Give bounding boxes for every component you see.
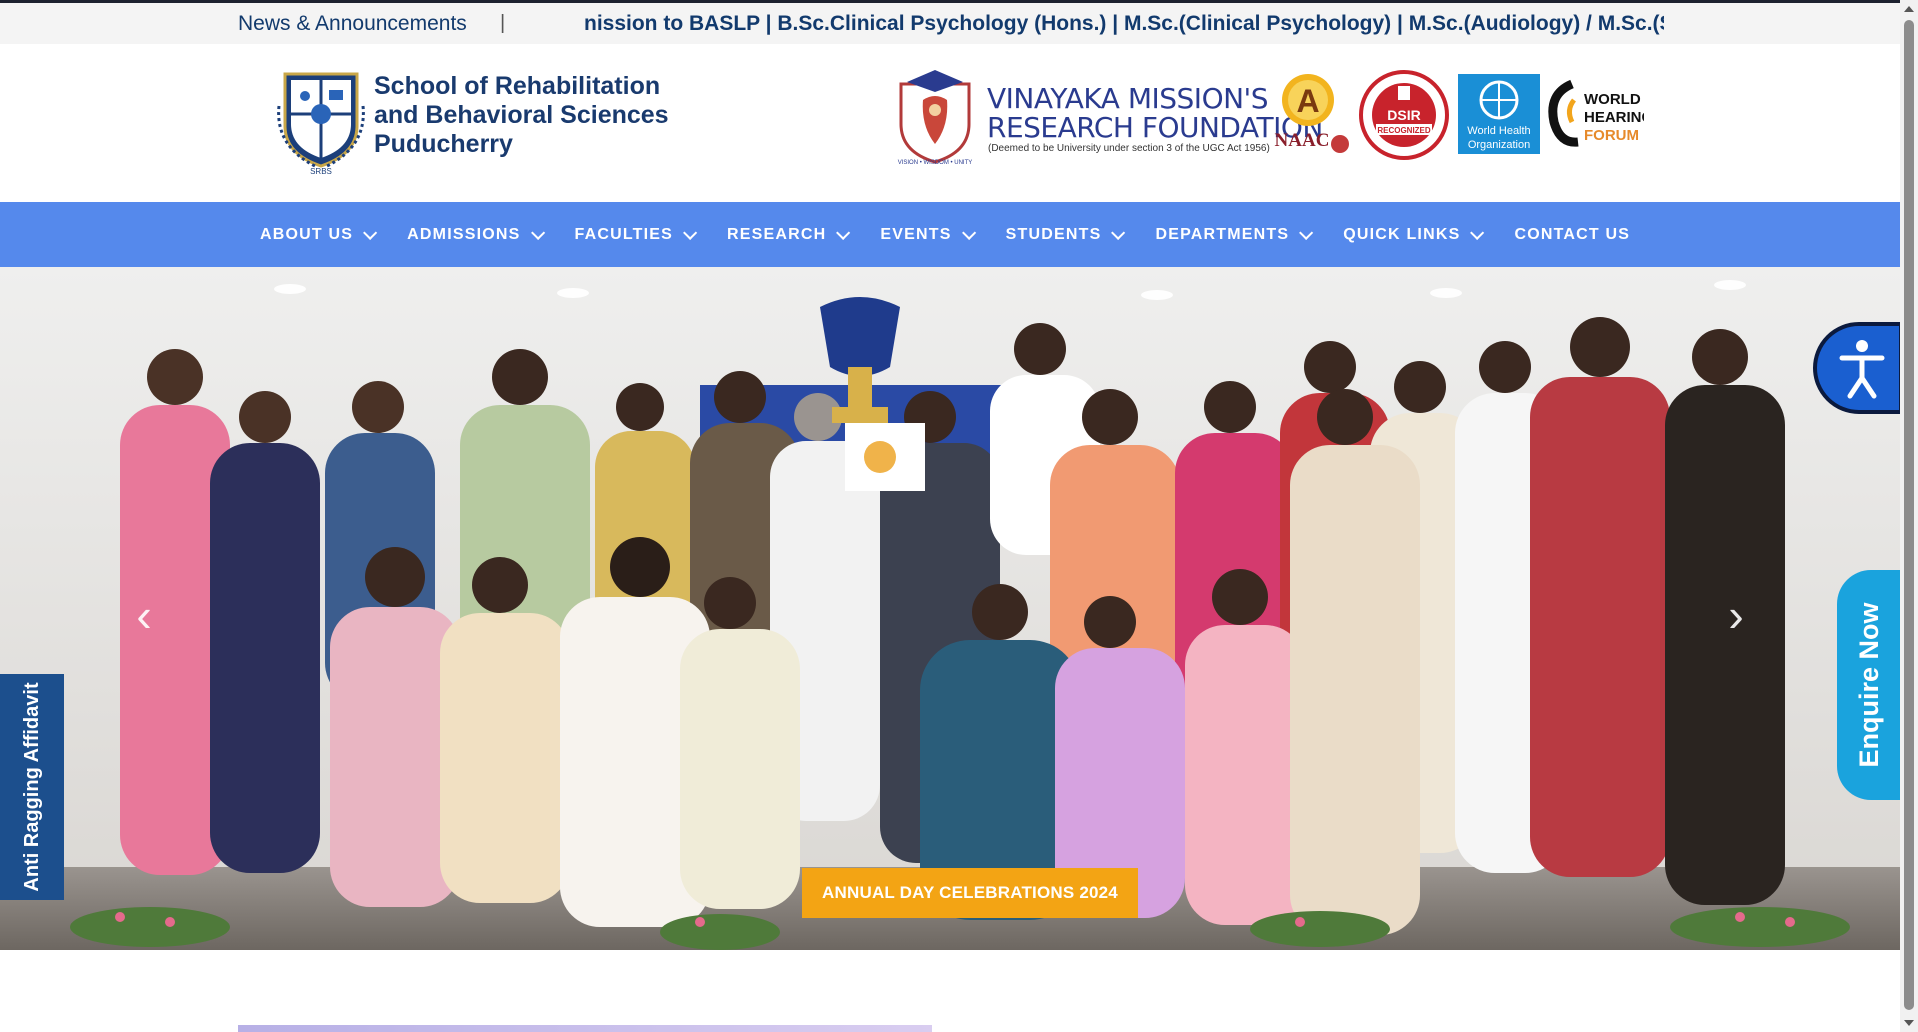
school-name-line-2: and Behavioral Sciences (374, 101, 669, 129)
ticker-title: News & Announcements (238, 12, 467, 35)
vmrf-logo[interactable]: VISION • WISDOM • UNITY (893, 66, 977, 166)
chevron-right-icon: › (1728, 589, 1744, 641)
nav-label: QUICK LINKS (1343, 225, 1461, 243)
nav-item-research[interactable]: RESEARCH (727, 202, 851, 267)
slider-prev-button[interactable]: ‹ (124, 589, 164, 641)
ticker-window: nission to BASLP | B.Sc.Clinical Psychol… (584, 3, 1664, 44)
chevron-down-icon (1299, 225, 1314, 240)
naac-label: NAAC (1275, 130, 1330, 151)
chevron-down-icon (683, 225, 698, 240)
naac-badge: A NAAC (1275, 74, 1349, 153)
nav-item-faculties[interactable]: FACULTIES (574, 202, 698, 267)
enquire-now-label: Enquire Now (1853, 602, 1884, 768)
school-name-line-1: School of Rehabilitation (374, 72, 661, 100)
site-header: SRBS School of Rehabilitation and Behavi… (0, 44, 1900, 202)
slide-caption[interactable]: ANNUAL DAY CELEBRATIONS 2024 (802, 868, 1138, 918)
hero-slider[interactable] (0, 267, 1900, 950)
content-banner (238, 1025, 932, 1032)
vmrf-motto: VISION • WISDOM • UNITY (898, 160, 973, 166)
nav-item-departments[interactable]: DEPARTMENTS (1155, 202, 1314, 267)
nav-label: ADMISSIONS (407, 225, 521, 243)
nav-item-admissions[interactable]: ADMISSIONS (407, 202, 545, 267)
nav-items: ABOUT US ADMISSIONS FACULTIES RESEARCH E… (260, 202, 1664, 267)
nav-item-students[interactable]: STUDENTS (1005, 202, 1126, 267)
anti-ragging-label: Anti Ragging Affidavit (20, 682, 43, 892)
who-label: Organization (1468, 139, 1530, 151)
chevron-down-icon (836, 225, 851, 240)
svg-text:World Health: World Health (1467, 125, 1530, 137)
nav-label: CONTACT US (1514, 225, 1631, 243)
nav-label: RESEARCH (727, 225, 827, 243)
ticker-separator: | (500, 12, 506, 34)
school-name-line-3: Puducherry (374, 130, 513, 158)
school-name[interactable]: School of Rehabilitation and Behavioral … (374, 72, 669, 159)
nav-label: FACULTIES (574, 225, 674, 243)
dsir-label: RECOGNIZED (1377, 126, 1431, 135)
main-nav: ABOUT US ADMISSIONS FACULTIES RESEARCH E… (0, 202, 1900, 267)
news-ticker: News & Announcements | nission to BASLP … (0, 0, 1900, 44)
slider-next-button[interactable]: › (1716, 589, 1756, 641)
whf-line-1: WORLD (1584, 91, 1641, 108)
chevron-left-icon: ‹ (136, 589, 152, 641)
nav-label: EVENTS (880, 225, 952, 243)
partner-subtitle: (Deemed to be University under section 3… (988, 143, 1270, 154)
nav-item-contact-us[interactable]: CONTACT US (1514, 202, 1630, 267)
nav-item-quick-links[interactable]: QUICK LINKS (1343, 202, 1485, 267)
srbs-logo-text: SRBS (310, 167, 332, 176)
ticker-text[interactable]: nission to BASLP | B.Sc.Clinical Psychol… (584, 12, 1664, 36)
srbs-logo[interactable]: SRBS (275, 66, 367, 176)
chevron-down-icon (1111, 225, 1126, 240)
accessibility-button[interactable] (1813, 322, 1903, 414)
nav-item-events[interactable]: EVENTS (880, 202, 976, 267)
scroll-thumb[interactable] (1904, 20, 1914, 1010)
whf-line-3: FORUM (1584, 127, 1639, 144)
nav-label: DEPARTMENTS (1155, 225, 1290, 243)
nav-label: ABOUT US (260, 225, 354, 243)
whf-line-2: HEARING (1584, 109, 1644, 126)
who-badge: World Health Organization (1458, 74, 1540, 154)
chevron-down-icon (961, 225, 976, 240)
naac-grade: A (1296, 83, 1319, 119)
chevron-down-icon (1470, 225, 1485, 240)
scroll-up-arrow-icon[interactable] (1904, 6, 1914, 12)
scroll-down-arrow-icon[interactable] (1904, 1020, 1914, 1026)
chevron-down-icon (363, 225, 378, 240)
accessibility-icon (1839, 340, 1885, 399)
enquire-now-tab[interactable]: Enquire Now (1837, 570, 1901, 800)
chevron-down-icon (530, 225, 545, 240)
world-hearing-forum-badge: WORLD HEARING FORUM (1548, 79, 1644, 147)
page-scrollbar[interactable] (1900, 0, 1918, 1032)
nav-item-about-us[interactable]: ABOUT US (260, 202, 378, 267)
dsir-text: DSIR (1387, 107, 1420, 123)
nav-label: STUDENTS (1005, 225, 1102, 243)
anti-ragging-tab[interactable]: Anti Ragging Affidavit (0, 674, 64, 900)
dsir-badge: DSIR RECOGNIZED (1359, 70, 1449, 160)
hero-photo (0, 267, 1900, 950)
